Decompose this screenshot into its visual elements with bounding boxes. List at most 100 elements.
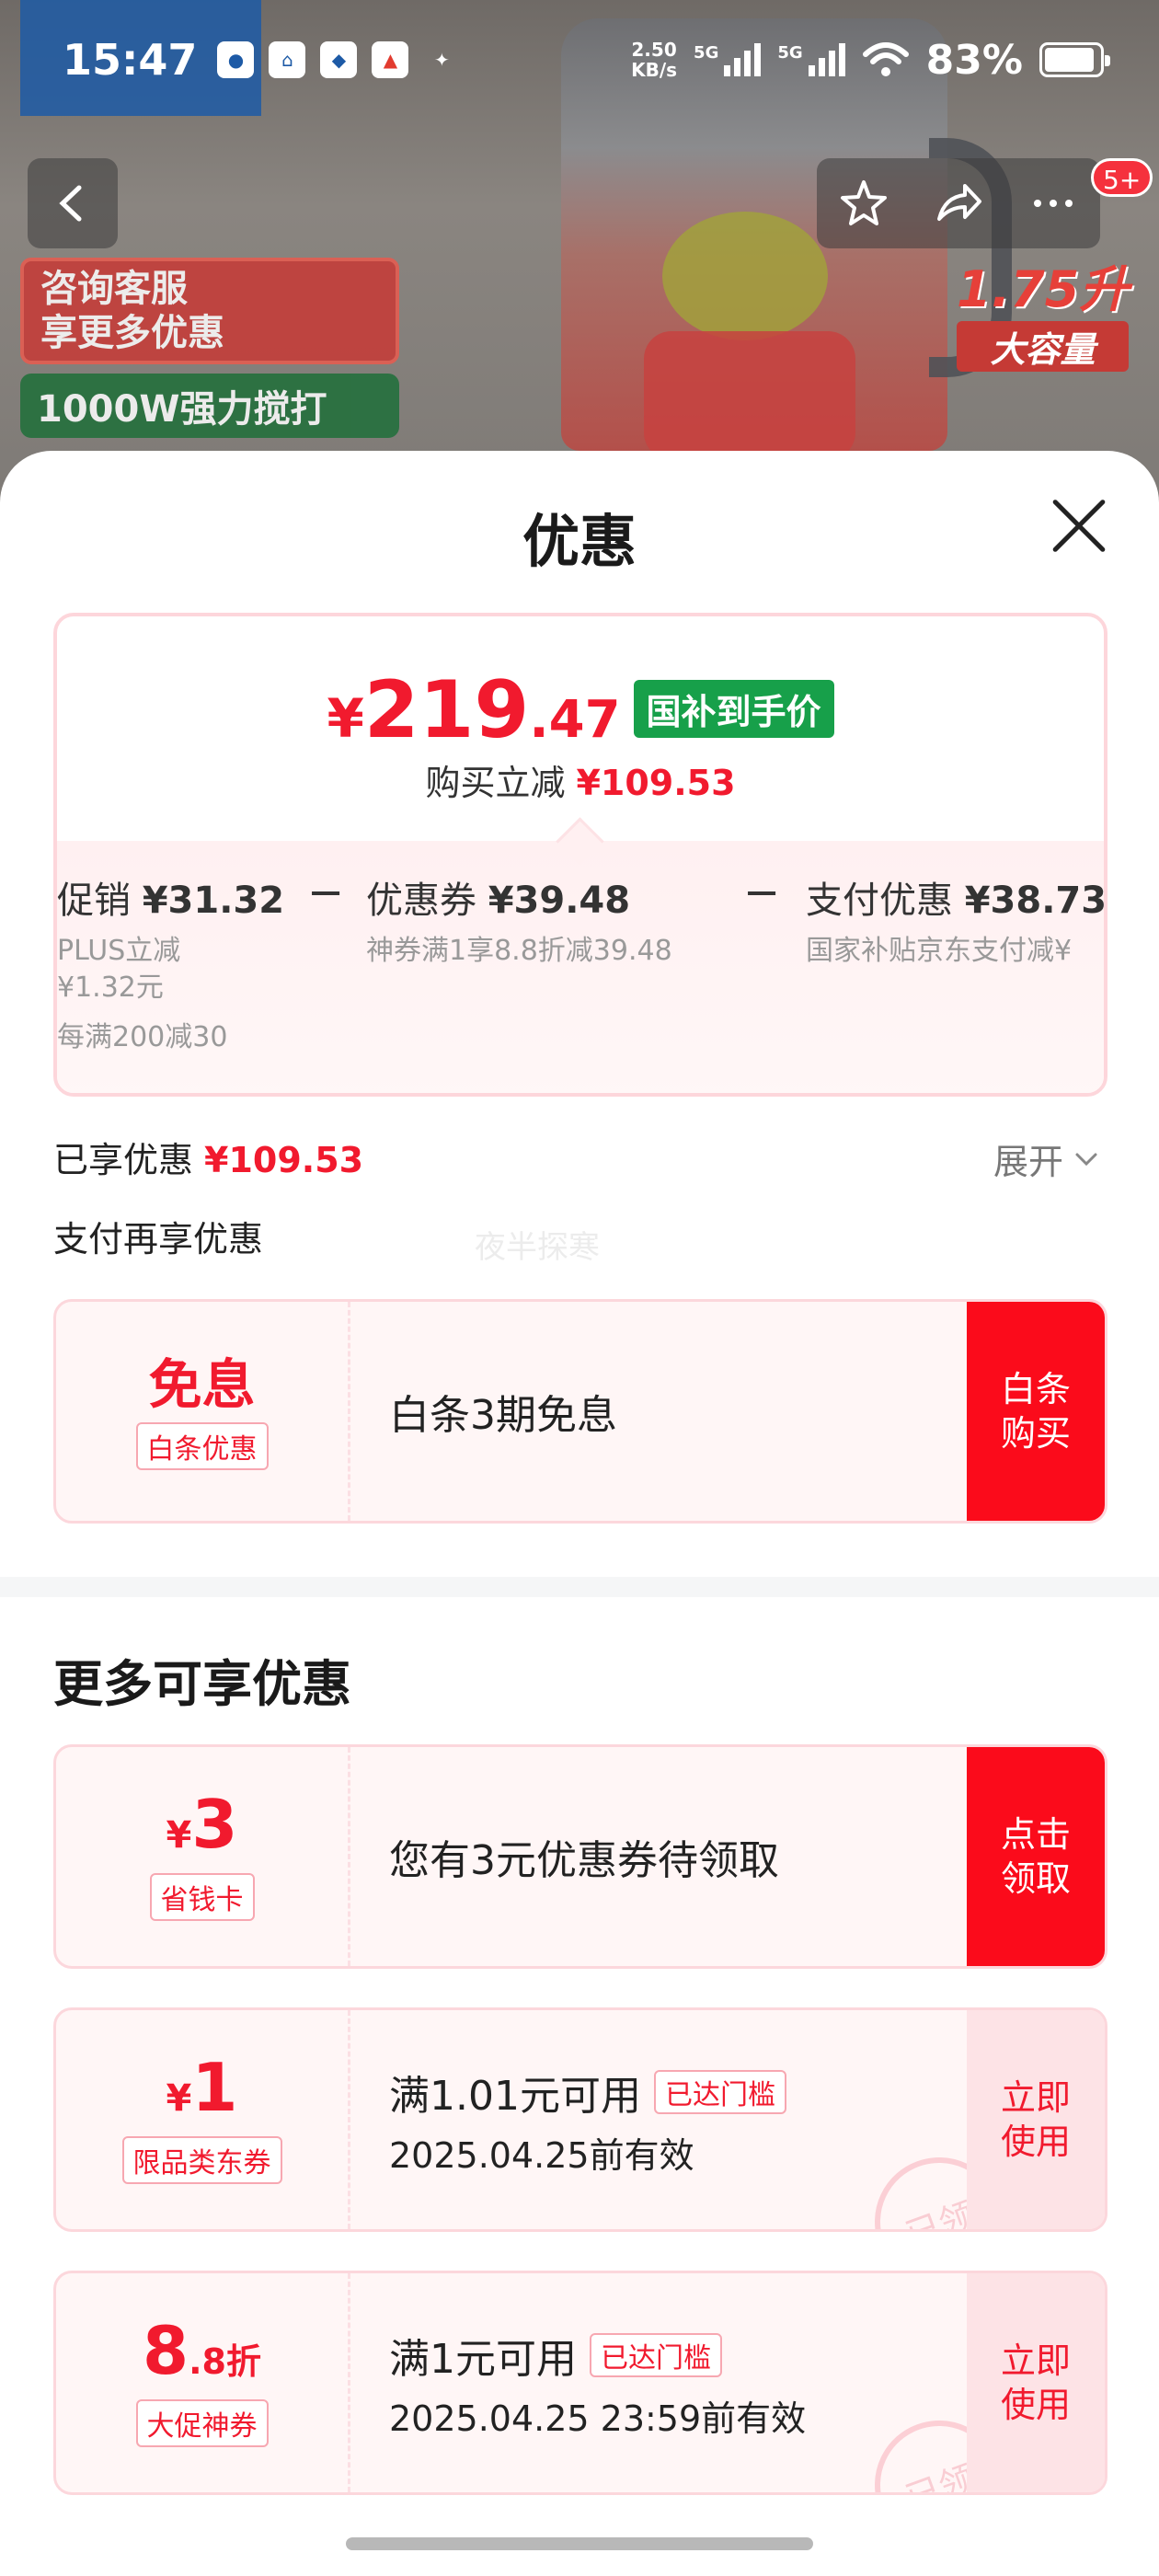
network-speed: 2.50 KB/s [631,40,677,80]
minus-sign: − [307,867,345,918]
close-icon[interactable] [1049,495,1109,556]
share-icon[interactable] [932,177,985,230]
discount-payment: 支付优惠 ¥38.73 国家补贴京东支付减¥ [806,870,1107,970]
coupon-value: 8.8折 [143,2317,261,2394]
network-speed-value: 2.50 [631,39,677,61]
enjoyed-value: ¥109.53 [204,1140,364,1180]
capacity-label: 大容量 [957,321,1130,372]
chevron-down-icon [1075,1153,1097,1166]
top-action-group [817,158,1100,248]
promo-coupon: 8.8折 大促神券 满1元可用 已达门槛 2025.04.25 23:59前有效… [53,2271,1107,2495]
wechat-icon: ● [217,41,255,78]
price-decimal: .47 [529,690,621,750]
status-time: 15:47 [63,35,198,85]
coupon-threshold: 满1.01元可用 [389,2072,641,2120]
coupon-type-badge: 白条优惠 [135,1422,269,1470]
final-price: ¥219.47 [327,664,620,756]
use-now-button[interactable]: 立即 使用 [967,2273,1105,2492]
use-now-button[interactable]: 立即 使用 [967,2010,1105,2229]
home-indicator[interactable] [346,2537,813,2550]
coupon-value-area: 免息 白条优惠 [56,1302,350,1521]
coupon-expiry: 2025.04.25前有效 [389,2134,694,2176]
coupon-type-badge: 限品类东券 [121,2136,282,2184]
coupon-info: 满1元可用 已达门槛 2025.04.25 23:59前有效 [389,2273,806,2492]
signal-icon: 5G [694,43,762,76]
fruit-image [644,331,855,460]
coupon-threshold: 满1元可用 [389,2335,577,2383]
coupon-condition: 满1.01元可用 已达门槛 [389,2063,786,2122]
coupon-info: 您有3元优惠券待领取 [389,1747,779,1966]
discount-coupon: 优惠券 ¥39.48 神券满1享8.8折减39.48 [366,870,672,970]
notification-icons: ● ⌂ ◆ ▲ ✦ [217,41,460,78]
expand-button[interactable]: 展开 [993,1133,1100,1184]
coupon-desc: 您有3元优惠券待领取 [389,1837,779,1884]
signal-type-label: 5G [694,43,719,63]
status-bar: 15:47 ● ⌂ ◆ ▲ ✦ 2.50 KB/s 5G 5G 83% [0,0,1159,120]
baitiao-coupon: 免息 白条优惠 白条3期免息 白条 购买 [53,1299,1107,1524]
instant-discount-label: 购买立减 [425,763,566,803]
signal-type-label: 5G [777,43,803,63]
price-breakdown-card: ¥219.47 国补到手价 购买立减 ¥109.53 促销 ¥31.32 PLUS… [53,613,1107,1097]
sheet-title: 优惠 [522,508,637,575]
coupon-discount-rate: .8折 [189,2341,261,2382]
threshold-reached-tag: 已达门槛 [590,2332,722,2377]
wifi-icon [862,42,909,76]
discount-label: 支付优惠 [806,880,953,922]
section-divider [0,1577,1159,1597]
claim-button[interactable]: 点击 领取 [967,1747,1105,1966]
coupon-value-area: 8.8折 大促神券 [56,2273,350,2492]
star-icon[interactable] [837,177,890,230]
battery-percent: 83% [925,36,1023,84]
discount-value: ¥31.32 [142,880,285,922]
coupon-type-badge: 省钱卡 [149,1873,255,1921]
discount-label: 促销 [57,880,131,922]
discount-note: PLUS立减 [57,935,181,967]
subsidy-price-tag: 国补到手价 [633,680,834,738]
coupon-desc: 白条3期免息 [389,1392,617,1439]
discount-note: ¥1.32元 [57,972,164,1004]
coupon-amount: 3 [191,1786,238,1863]
category-coupon: ¥1 限品类东券 满1.01元可用 已达门槛 2025.04.25前有效 已领 … [53,2007,1107,2232]
coupon-amount: 8 [143,2312,189,2389]
more-icon[interactable] [1027,177,1080,230]
coupon-value-area: ¥3 省钱卡 [56,1747,350,1966]
enjoyed-label: 已享优惠 [53,1140,194,1180]
coupon-expiry: 2025.04.25 23:59前有效 [389,2398,807,2439]
threshold-reached-tag: 已达门槛 [653,2069,786,2114]
discount-note: 每满200减30 [57,1021,228,1053]
coupon-condition: 满1元可用 已达门槛 [389,2326,806,2385]
discount-note: 神券满1享8.8折减39.48 [366,935,672,967]
discount-label: 优惠券 [366,880,476,922]
more-discounts-title: 更多可享优惠 [53,1655,351,1713]
coupon-amount: 1 [191,2049,238,2126]
minus-sign: − [743,867,781,918]
back-button[interactable] [28,158,118,248]
coupon-value-area: ¥1 限品类东券 [56,2010,350,2229]
expand-label: 展开 [993,1142,1064,1182]
instant-discount-value: ¥109.53 [576,763,736,803]
instant-discount: 购买立减 ¥109.53 [57,754,1104,805]
capacity-value: 1.75升 [957,260,1130,318]
battery-icon [1039,42,1110,77]
discount-breakdown: 促销 ¥31.32 PLUS立减 ¥1.32元 每满200减30 − 优惠券 ¥… [57,841,1107,1093]
baitiao-buy-button[interactable]: 白条 购买 [967,1302,1105,1521]
saving-card-coupon: ¥3 省钱卡 您有3元优惠券待领取 点击 领取 [53,1744,1107,1969]
coupon-currency: ¥ [166,1814,192,1857]
coupon-info: 满1.01元可用 已达门槛 2025.04.25前有效 [389,2010,786,2229]
coupon-info: 白条3期免息 [389,1302,617,1521]
signal-icon: 5G [777,43,845,76]
price-integer: 219 [363,664,530,756]
price-currency: ¥ [327,687,364,750]
discount-promotion: 促销 ¥31.32 PLUS立减 ¥1.32元 每满200减30 [57,870,284,1056]
pay-more-title: 支付再享优惠 [53,1219,264,1259]
coupon-value: ¥1 [166,2054,238,2131]
gov-app-icon: ◆ [320,41,358,78]
watermark: 夜半探寒 [475,1229,600,1266]
network-speed-unit: KB/s [631,59,678,81]
hero-badges: 咨询客服 享更多优惠 1000W强力搅打 [20,258,399,447]
jd-dog-icon: ✦ [434,49,450,71]
discount-value: ¥38.73 [964,880,1107,922]
home-app-icon: ⌂ [269,41,306,78]
coupon-currency: ¥ [166,2077,192,2120]
message-count-badge: 5+ [1091,158,1153,197]
